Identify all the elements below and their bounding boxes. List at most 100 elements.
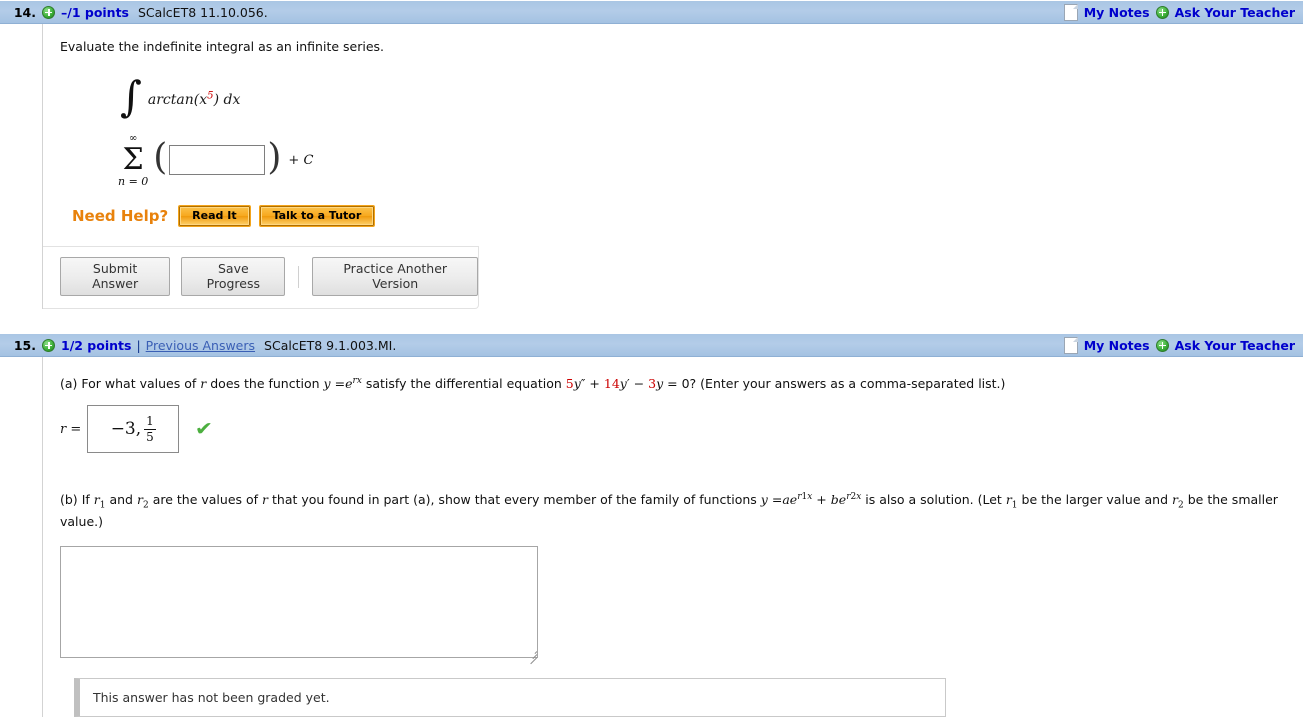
ode-term-1-prime: ″ — [580, 376, 586, 392]
question-number-15: 15. — [13, 337, 36, 353]
expand-plus-icon[interactable] — [42, 5, 55, 19]
part-b-prompt: (b) If r1 and r2 are the values of r tha… — [60, 489, 1303, 532]
coefficient-b: b — [830, 492, 839, 508]
integrand: arctan(x5) dx — [147, 91, 241, 109]
coefficient-a: a — [782, 492, 790, 508]
question-spacer — [0, 309, 1303, 334]
need-help-label: Need Help? — [72, 207, 169, 226]
notes-page-icon[interactable] — [1063, 3, 1078, 21]
question-prompt-14: Evaluate the indefinite integral as an i… — [60, 39, 385, 54]
header-separator: | — [136, 337, 141, 353]
ask-teacher-plus-icon[interactable] — [1155, 5, 1169, 19]
exp-2-x: x — [856, 492, 862, 503]
practice-another-version-button[interactable]: Practice Another Version — [312, 257, 478, 297]
part-b-r1-sub: 1 — [99, 500, 106, 511]
need-help-section: Need Help? Read It Talk to a Tutor — [72, 205, 1303, 228]
part-a-label: (a) — [60, 376, 78, 392]
points-label-15: 1/2 points — [61, 337, 132, 353]
part-b-text-1: If — [81, 492, 90, 508]
part-b-label: (b) — [60, 492, 78, 508]
part-b-text-2: and — [109, 492, 133, 508]
close-paren: ) — [267, 137, 282, 179]
series-answer-input[interactable] — [169, 145, 266, 176]
fraction-numerator: 1 — [146, 414, 154, 429]
my-notes-link-15[interactable]: My Notes — [1084, 338, 1150, 353]
plus-sign: + — [288, 152, 300, 168]
exp-1-x: x — [807, 492, 813, 503]
action-button-bar-14: Submit Answer Save Progress Practice Ano… — [43, 246, 479, 310]
part-a-answer-field[interactable]: −3, 1 5 — [87, 405, 180, 454]
answer-whole-value: −3, — [110, 419, 142, 440]
differential: dx — [223, 92, 241, 109]
integrand-close-paren: ) — [213, 92, 220, 109]
let-r2-sub: 2 — [1178, 500, 1184, 511]
part-b-var-r: r — [262, 492, 269, 508]
correct-check-icon: ✔ — [195, 417, 214, 440]
part-b-text-5: is also a solution. (Let — [865, 492, 1002, 508]
question-header-15: 15. 1/2 points | Previous Answers SCalcE… — [0, 333, 1303, 358]
ode-operator-2: − — [633, 376, 645, 392]
question-body-14: Evaluate the indefinite integral as an i… — [0, 24, 1303, 310]
previous-answers-link[interactable]: Previous Answers — [146, 338, 255, 353]
open-paren: ( — [153, 137, 168, 179]
part-b-essay-textarea[interactable] — [60, 546, 538, 659]
notes-page-icon-15[interactable] — [1063, 336, 1078, 354]
part-b-text-3: are the values of — [152, 492, 259, 508]
part-b-r2-sub: 2 — [142, 500, 149, 511]
part-a-equals: = — [334, 376, 346, 392]
integral-sign-icon: ∫ — [120, 72, 142, 122]
expand-plus-icon-15[interactable] — [42, 338, 55, 352]
submit-answer-button[interactable]: Submit Answer — [60, 257, 171, 297]
ode-term-3-var: y — [656, 376, 664, 392]
question-header-14: 14. –/1 points SCalcET8 11.10.056. My No… — [0, 0, 1303, 24]
ode-coefficient-3: 3 — [648, 376, 657, 392]
ode-coefficient-1: 5 — [565, 376, 574, 392]
integrand-function: arctan( — [147, 92, 200, 109]
part-b-plus: + — [816, 492, 827, 508]
part-a-text-2: does the function — [210, 376, 320, 392]
points-label-14: –/1 points — [61, 4, 129, 20]
answer-label-r: r = — [60, 421, 82, 437]
ode-term-1-var: y — [573, 376, 581, 392]
ask-teacher-plus-icon-15[interactable] — [1155, 338, 1169, 352]
part-a-exponent-x: x — [356, 375, 362, 386]
question-number-14: 14. — [13, 4, 36, 20]
button-divider — [298, 265, 300, 288]
summation-lower-limit: n = 0 — [118, 174, 149, 188]
part-a-y: y — [323, 376, 331, 392]
part-a-text-3: satisfy the differential equation — [365, 376, 562, 392]
part-b-text-4: that you found in part (a), show that ev… — [272, 492, 757, 508]
ask-your-teacher-link-14[interactable]: Ask Your Teacher — [1175, 5, 1295, 20]
summation-operator: ∞ Σ n = 0 — [118, 133, 149, 188]
part-b-text-6: be the larger value and — [1021, 492, 1169, 508]
part-a-text-4: = 0? (Enter your answers as a comma-sepa… — [667, 376, 1006, 392]
part-a-text-1: For what values of — [81, 376, 197, 392]
integrand-variable: x — [199, 92, 208, 109]
answer-fraction: 1 5 — [144, 415, 156, 443]
my-notes-link-14[interactable]: My Notes — [1084, 5, 1150, 20]
read-it-button[interactable]: Read It — [178, 205, 251, 228]
let-r1-sub: 1 — [1011, 500, 1018, 511]
integral-expression: ∫ arctan(x5) dx — [120, 72, 1303, 118]
question-code-15: SCalcET8 9.1.003.MI. — [264, 337, 397, 353]
series-answer-expression: ∞ Σ n = 0 ( ) + C — [118, 132, 1303, 188]
part-a-var-r: r — [200, 376, 207, 392]
constant-c: C — [303, 152, 314, 168]
part-a-answer-row: r = −3, 1 5 ✔ — [60, 405, 1303, 454]
part-a-prompt: (a) For what values of r does the functi… — [60, 375, 1303, 393]
part-b-y: y — [760, 492, 768, 508]
save-progress-button[interactable]: Save Progress — [181, 257, 286, 297]
sigma-icon: Σ — [122, 141, 144, 177]
ode-term-2-var: y — [619, 376, 627, 392]
fraction-denominator: 5 — [146, 429, 154, 444]
question-code-14: SCalcET8 11.10.056. — [138, 4, 268, 20]
talk-to-a-tutor-button[interactable]: Talk to a Tutor — [258, 205, 376, 228]
ode-operator-1: + — [589, 376, 600, 392]
ode-coefficient-2: 14 — [603, 376, 620, 392]
part-b-equals: = — [771, 492, 783, 508]
ode-term-2-prime: ′ — [626, 376, 630, 392]
plus-constant: + C — [288, 153, 313, 168]
question-body-15: (a) For what values of r does the functi… — [0, 357, 1303, 717]
grade-status-note: This answer has not been graded yet. — [74, 678, 946, 717]
ask-your-teacher-link-15[interactable]: Ask Your Teacher — [1175, 338, 1295, 353]
